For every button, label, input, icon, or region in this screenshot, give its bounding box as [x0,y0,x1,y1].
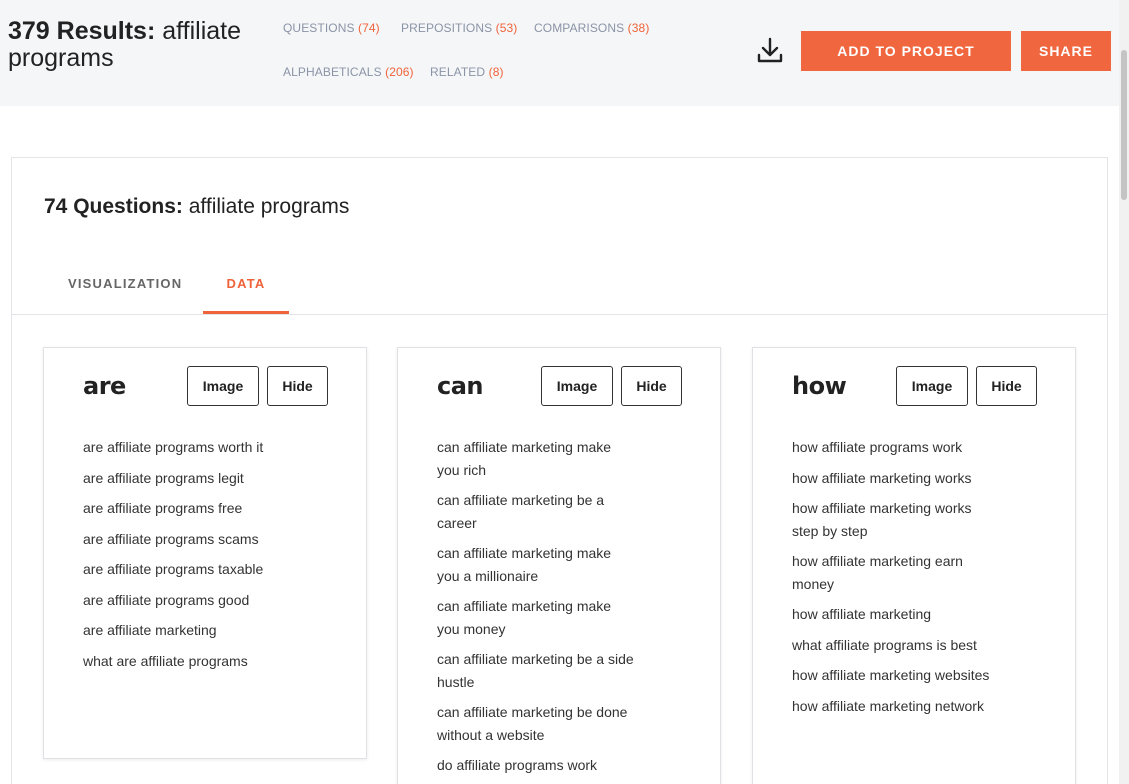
questions-title: 74 Questions: affiliate programs [44,195,349,219]
link-questions[interactable]: QUESTIONS (74) [283,21,380,35]
question-item[interactable]: can affiliate marketing be a side hustle [437,648,637,693]
group-heading: how [792,372,847,400]
question-item[interactable]: do affiliate programs work [437,754,637,777]
question-item[interactable]: how affiliate programs work [792,436,992,459]
question-item[interactable]: can affiliate marketing be a career [437,489,637,534]
image-button[interactable]: Image [541,366,613,406]
question-item[interactable]: how affiliate marketing network [792,695,992,718]
question-list: are affiliate programs worth it are affi… [83,436,323,680]
questions-keyword: affiliate programs [188,195,350,218]
tab-divider [12,314,1107,315]
question-item[interactable]: how affiliate marketing works step by st… [792,497,992,542]
page-scrollbar[interactable] [1119,0,1129,784]
question-list: can affiliate marketing make you rich ca… [437,436,637,784]
link-label: QUESTIONS [283,21,355,35]
hide-button[interactable]: Hide [267,366,328,406]
group-heading: are [83,372,126,400]
question-item[interactable]: how affiliate marketing works [792,467,992,490]
link-count: (206) [385,65,414,79]
link-alphabeticals[interactable]: ALPHABETICALS (206) [283,65,414,79]
add-to-project-button[interactable]: ADD TO PROJECT [801,31,1011,71]
question-item[interactable]: can affiliate marketing make you rich [437,436,637,481]
question-item[interactable]: are affiliate programs good [83,589,323,612]
link-label: ALPHABETICALS [283,65,382,79]
image-button[interactable]: Image [896,366,968,406]
hide-button[interactable]: Hide [621,366,682,406]
question-item[interactable]: are affiliate programs taxable [83,558,323,581]
question-item[interactable]: what are affiliate programs [83,650,323,673]
link-count: (8) [488,65,504,79]
question-item[interactable]: how affiliate marketing websites [792,664,992,687]
link-count: (38) [627,21,650,35]
questions-count: 74 Questions: [44,195,183,218]
question-item[interactable]: how affiliate marketing earn money [792,550,992,595]
results-header: 379 Results: affiliate programs QUESTION… [0,0,1129,106]
link-label: COMPARISONS [534,21,625,35]
link-count: (74) [358,21,380,35]
hide-button[interactable]: Hide [976,366,1037,406]
question-item[interactable]: can affiliate marketing make you a milli… [437,542,637,587]
questions-card: 74 Questions: affiliate programs VISUALI… [11,157,1108,784]
image-button[interactable]: Image [187,366,259,406]
question-item[interactable]: are affiliate programs legit [83,467,323,490]
link-related[interactable]: RELATED (8) [430,65,504,79]
question-item[interactable]: are affiliate programs worth it [83,436,323,459]
link-label: PREPOSITIONS [401,21,493,35]
question-item[interactable]: can affiliate marketing be done without … [437,701,637,746]
download-button[interactable] [755,36,785,66]
share-button[interactable]: SHARE [1021,31,1111,71]
link-label: RELATED [430,65,486,79]
group-heading: can [437,372,484,400]
link-prepositions[interactable]: PREPOSITIONS (53) [401,21,517,35]
tab-data[interactable]: DATA [203,276,289,314]
link-comparisons[interactable]: COMPARISONS (38) [534,21,649,35]
question-list: how affiliate programs work how affiliat… [792,436,992,725]
link-count: (53) [495,21,518,35]
question-item[interactable]: what affiliate programs is best [792,634,992,657]
question-item[interactable]: how affiliate marketing [792,603,992,626]
question-item[interactable]: are affiliate marketing [83,619,323,642]
download-icon [757,37,783,63]
question-item[interactable]: can affiliate marketing make you money [437,595,637,640]
scrollbar-thumb[interactable] [1121,50,1127,200]
question-group-are: are Image Hide are affiliate programs wo… [43,347,367,759]
question-item[interactable]: are affiliate programs scams [83,528,323,551]
results-count: 379 Results: [8,17,156,45]
tab-visualization[interactable]: VISUALIZATION [68,276,181,314]
question-item[interactable]: are affiliate programs free [83,497,323,520]
question-group-can: can Image Hide can affiliate marketing m… [397,347,721,784]
results-title: 379 Results: affiliate programs [8,18,258,72]
question-group-how: how Image Hide how affiliate programs wo… [752,347,1076,784]
